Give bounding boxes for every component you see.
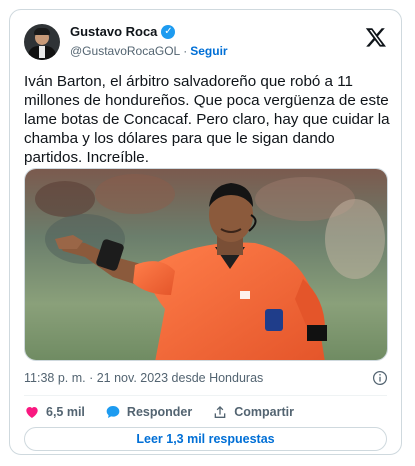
share-button[interactable]: Compartir (212, 404, 294, 420)
x-logo-icon[interactable] (365, 26, 387, 48)
info-icon[interactable] (372, 370, 388, 386)
tweet-card[interactable]: Gustavo Roca ✓ @GustavoRocaGOL · Seguir Iv… (9, 9, 402, 455)
read-replies-button[interactable]: Leer 1,3 mil respuestas (24, 427, 387, 451)
heart-icon (26, 407, 38, 418)
reply-bubble-icon (106, 406, 120, 418)
tweet-photo[interactable] (24, 168, 388, 361)
referee-photo-image (25, 169, 387, 360)
author-name-row: Gustavo Roca ✓ (70, 24, 176, 39)
share-label: Compartir (234, 405, 294, 419)
author-name[interactable]: Gustavo Roca (70, 24, 157, 39)
tweet-timestamp[interactable]: 11:38 p. m. · 21 nov. 2023 desde Hondura… (24, 371, 263, 385)
reply-button[interactable]: Responder (105, 404, 192, 420)
like-count: 6,5 mil (46, 405, 85, 419)
author-handle-row: @GustavoRocaGOL · Seguir (70, 44, 228, 58)
follow-button[interactable]: Seguir (190, 44, 227, 58)
share-icon (214, 406, 226, 418)
tweet-actions: 6,5 mil Responder Compartir (24, 401, 314, 423)
reply-label: Responder (126, 405, 193, 419)
tweet-header: Gustavo Roca ✓ @GustavoRocaGOL · Seguir (24, 22, 387, 66)
separator-dot: · (183, 44, 188, 58)
divider (24, 395, 387, 396)
verified-badge-icon: ✓ (161, 24, 176, 39)
tweet-text: Iván Barton, el árbitro salvadoreño que … (24, 73, 390, 166)
author-handle[interactable]: @GustavoRocaGOL (70, 44, 180, 58)
like-button[interactable]: 6,5 mil (24, 404, 85, 420)
avatar[interactable] (24, 24, 60, 60)
